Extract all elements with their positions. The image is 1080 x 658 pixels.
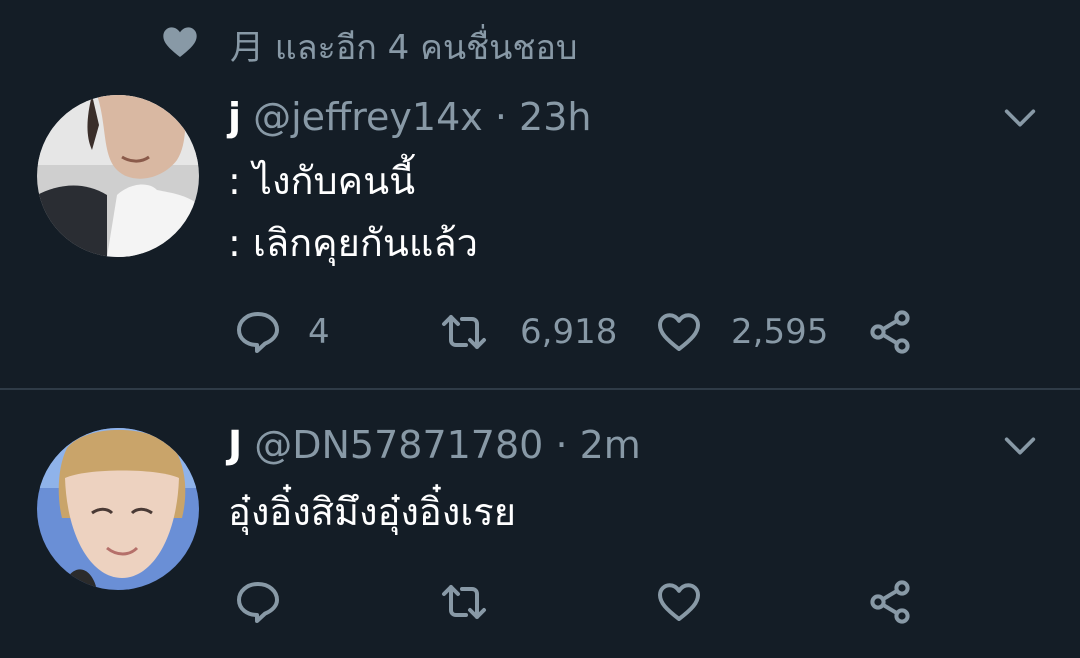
share-icon[interactable] <box>866 308 914 356</box>
social-context: 月 และอีก 4 คนชื่นชอบ <box>0 0 1080 95</box>
user-avatar[interactable] <box>37 95 199 257</box>
tweet-header: J @DN57871780 · 2m <box>228 421 641 469</box>
retweet-icon[interactable] <box>440 578 488 626</box>
reply-icon[interactable] <box>234 578 282 626</box>
share-icon[interactable] <box>866 578 914 626</box>
timestamp[interactable]: 2m <box>580 423 641 467</box>
retweet-icon[interactable] <box>440 308 488 356</box>
chevron-down-icon[interactable] <box>1000 426 1040 466</box>
user-handle[interactable]: @jeffrey14x <box>253 95 483 139</box>
reply-icon[interactable] <box>234 308 282 356</box>
avatar-photo <box>37 428 199 590</box>
separator: · <box>494 95 507 139</box>
timeline-feed: 月 และอีก 4 คนชื่นชอบ j @jeffrey14x · 23h… <box>0 0 1080 658</box>
tweet-actions <box>0 570 1080 630</box>
chevron-down-icon[interactable] <box>1000 98 1040 138</box>
display-name[interactable]: J <box>228 423 242 467</box>
social-context-text[interactable]: 月 และอีก 4 คนชื่นชอบ <box>230 24 577 72</box>
tweet-text-line: : เลิกคุยกันแล้ว <box>228 221 478 265</box>
tweet[interactable]: j @jeffrey14x · 23h : ไงกับคนนี้ : เลิกค… <box>0 95 1080 387</box>
tweet-header: j @jeffrey14x · 23h <box>228 93 591 141</box>
display-name[interactable]: j <box>228 95 241 139</box>
heart-icon <box>163 27 197 57</box>
user-avatar[interactable] <box>37 428 199 590</box>
like-icon[interactable] <box>655 578 703 626</box>
user-handle[interactable]: @DN57871780 <box>254 423 543 467</box>
timestamp[interactable]: 23h <box>519 95 591 139</box>
like-count: 2,595 <box>731 312 829 352</box>
reply-count: 4 <box>308 312 330 352</box>
tweet[interactable]: J @DN57871780 · 2m อุ๋งอิ๋งสิมึงอุ๋งอิ๋ง… <box>0 390 1080 658</box>
avatar-photo <box>37 95 199 257</box>
tweet-actions: 4 6,918 2,595 <box>0 300 1080 360</box>
tweet-text-line: อุ๋งอิ๋งสิมึงอุ๋งอิ๋งเรย <box>228 490 516 534</box>
like-icon[interactable] <box>655 308 703 356</box>
separator: · <box>555 423 568 467</box>
tweet-text-line: : ไงกับคนนี้ <box>228 159 416 203</box>
retweet-count: 6,918 <box>520 312 618 352</box>
